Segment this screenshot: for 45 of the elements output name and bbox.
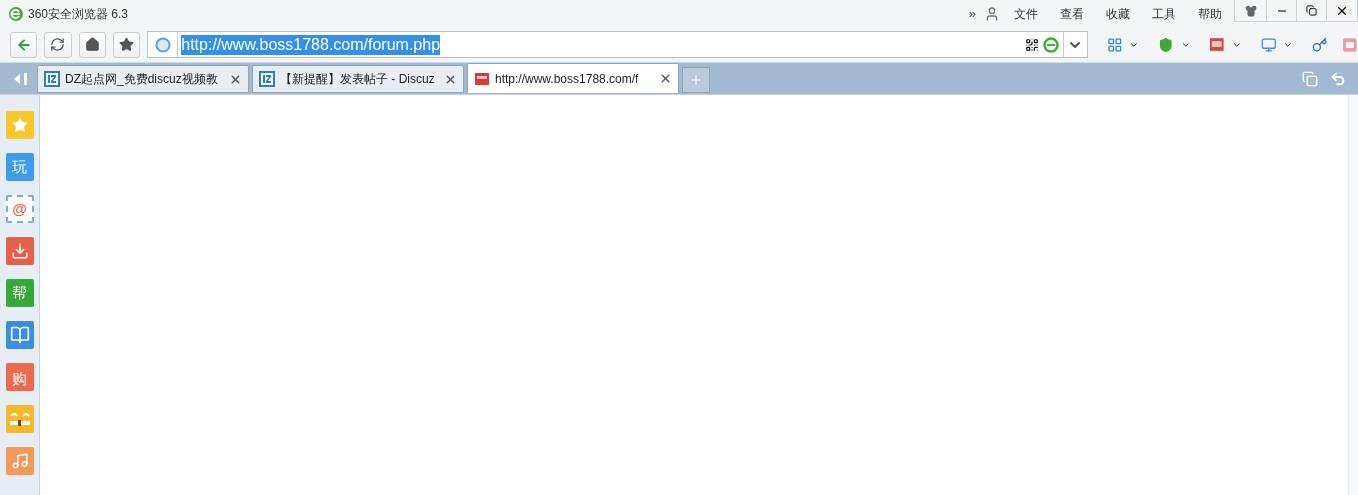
dictionary-icon[interactable] [1209,36,1225,53]
refresh-button[interactable] [44,31,72,58]
page-icon [154,36,171,53]
menu-item[interactable]: 帮助 [1198,4,1222,23]
browser-tab[interactable]: 【新提醒】发表帖子 - Discuz [252,65,464,93]
close-tab-icon[interactable] [659,72,672,85]
music-icon[interactable] [5,447,34,475]
plus-icon [689,73,703,87]
shield-icon[interactable] [1157,36,1174,53]
site-icon [259,71,275,87]
download-icon[interactable] [5,237,34,265]
tab-title: DZ起点网_免费discuz视频教 [65,71,219,88]
overflow-button[interactable]: » [968,3,976,24]
home-icon [84,37,100,52]
star-icon [119,37,135,52]
key-icon[interactable] [1311,36,1328,53]
back-button[interactable] [10,31,38,58]
apps-icon[interactable] [1106,36,1123,53]
ticket-icon[interactable] [1342,36,1358,53]
site-icon [44,71,60,87]
browser-tab[interactable]: http://www.boss1788.com/f [467,63,679,93]
face-icon[interactable] [5,405,34,433]
shirt-icon [1244,4,1257,17]
tab-title: http://www.boss1788.com/f [495,70,640,88]
browser-logo [8,5,24,22]
new-tab-button[interactable] [682,67,710,93]
menu-item[interactable]: 收藏 [1106,4,1130,23]
menu-item[interactable]: 查看 [1060,4,1084,23]
window-title: 360安全浏览器 6.3 [28,5,129,23]
user-icon[interactable] [984,5,1000,22]
mail-button[interactable]: @ [5,195,34,223]
qr-code-icon[interactable] [1024,37,1039,52]
book-icon[interactable] [5,321,34,349]
bookmark-button[interactable] [112,31,141,58]
menu-item[interactable]: 工具 [1152,4,1176,23]
url-text: http://www.boss1788.com/forum.php [181,34,441,55]
menu-item[interactable]: 文件 [1014,4,1038,23]
tab-title: 【新提醒】发表帖子 - Discuz [280,71,436,88]
screenshot-icon[interactable] [1260,36,1277,53]
sidebar-toggle-icon[interactable] [12,72,28,86]
shop-icon [474,70,490,87]
restore-icon [1306,5,1317,16]
refresh-icon [50,37,66,52]
browser-tab[interactable]: DZ起点网_免费discuz视频教 [37,65,249,93]
home-button[interactable] [78,31,106,58]
